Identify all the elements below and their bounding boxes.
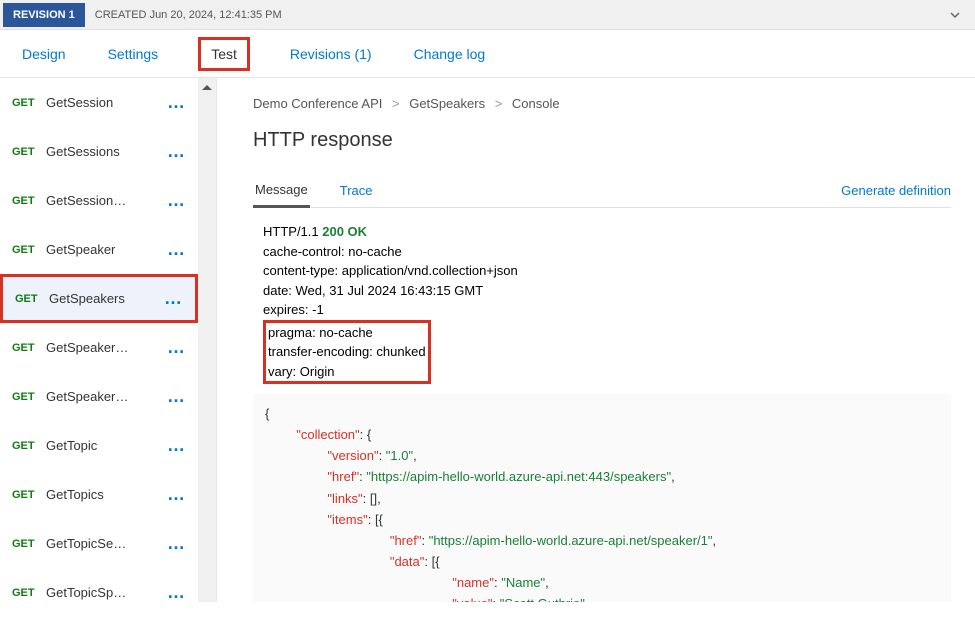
tab-test[interactable]: Test xyxy=(198,37,250,71)
ellipsis-icon[interactable]: … xyxy=(167,141,186,162)
revision-meta: CREATED Jun 20, 2024, 12:41:35 PM xyxy=(95,9,282,21)
ellipsis-icon[interactable]: … xyxy=(167,337,186,358)
tab-changelog[interactable]: Change log xyxy=(412,42,488,66)
op-getsession[interactable]: GETGetSession… xyxy=(0,78,198,127)
op-method: GET xyxy=(12,195,46,207)
subtab-message[interactable]: Message xyxy=(253,174,310,208)
ellipsis-icon[interactable]: … xyxy=(164,288,183,309)
op-name: GetTopicSp… xyxy=(46,585,167,600)
op-getspeaker…[interactable]: GETGetSpeaker…… xyxy=(0,372,198,421)
op-name: GetTopic xyxy=(46,438,167,453)
ellipsis-icon[interactable]: … xyxy=(167,435,186,456)
chevron-down-icon[interactable] xyxy=(949,9,961,21)
ellipsis-icon[interactable]: … xyxy=(167,239,186,260)
op-name: GetSpeaker xyxy=(46,242,167,257)
crumb-console: Console xyxy=(512,96,560,111)
op-gettopicsp…[interactable]: GETGetTopicSp…… xyxy=(0,568,198,617)
op-method: GET xyxy=(12,489,46,501)
highlighted-headers: pragma: no-cache transfer-encoding: chun… xyxy=(263,320,431,385)
scroll-up-icon[interactable] xyxy=(200,82,214,92)
tab-settings[interactable]: Settings xyxy=(106,42,161,66)
op-getspeakers[interactable]: GETGetSpeakers… xyxy=(0,274,198,323)
ellipsis-icon[interactable]: … xyxy=(167,484,186,505)
ellipsis-icon[interactable]: … xyxy=(167,92,186,113)
op-name: GetSessions xyxy=(46,144,167,159)
op-getspeaker…[interactable]: GETGetSpeaker…… xyxy=(0,323,198,372)
generate-definition-link[interactable]: Generate definition xyxy=(841,183,951,198)
op-method: GET xyxy=(12,391,46,403)
op-method: GET xyxy=(12,97,46,109)
ellipsis-icon[interactable]: … xyxy=(167,190,186,211)
crumb-op[interactable]: GetSpeakers xyxy=(409,96,485,111)
op-method: GET xyxy=(12,538,46,550)
op-name: GetSession… xyxy=(46,193,167,208)
op-name: GetTopics xyxy=(46,487,167,502)
page-title: HTTP response xyxy=(253,129,951,152)
op-getspeaker[interactable]: GETGetSpeaker… xyxy=(0,225,198,274)
op-method: GET xyxy=(12,587,46,599)
op-gettopic[interactable]: GETGetTopic… xyxy=(0,421,198,470)
http-headers: HTTP/1.1 200 OK cache-control: no-cache … xyxy=(253,208,951,384)
op-gettopicse…[interactable]: GETGetTopicSe…… xyxy=(0,519,198,568)
op-method: GET xyxy=(15,293,49,305)
revision-badge[interactable]: REVISION 1 xyxy=(3,3,85,27)
op-getsession…[interactable]: GETGetSession…… xyxy=(0,176,198,225)
op-name: GetSpeaker… xyxy=(46,340,167,355)
response-body: { "collection": { "version": "1.0", "hre… xyxy=(253,394,951,602)
subtab-trace[interactable]: Trace xyxy=(338,175,375,206)
op-method: GET xyxy=(12,440,46,452)
breadcrumb: Demo Conference API > GetSpeakers > Cons… xyxy=(253,96,951,111)
main-tabs: Design Settings Test Revisions (1) Chang… xyxy=(0,30,975,78)
ellipsis-icon[interactable]: … xyxy=(167,533,186,554)
ellipsis-icon[interactable]: … xyxy=(167,386,186,407)
tab-revisions[interactable]: Revisions (1) xyxy=(288,42,374,66)
op-method: GET xyxy=(12,244,46,256)
op-name: GetSpeaker… xyxy=(46,389,167,404)
op-getsessions[interactable]: GETGetSessions… xyxy=(0,127,198,176)
crumb-api[interactable]: Demo Conference API xyxy=(253,96,382,111)
tab-design[interactable]: Design xyxy=(20,42,68,66)
op-method: GET xyxy=(12,146,46,158)
operations-sidebar: GETGetSession…GETGetSessions…GETGetSessi… xyxy=(0,78,198,602)
op-name: GetSpeakers xyxy=(49,291,164,306)
op-name: GetTopicSe… xyxy=(46,536,167,551)
op-method: GET xyxy=(12,342,46,354)
op-gettopics[interactable]: GETGetTopics… xyxy=(0,470,198,519)
ellipsis-icon[interactable]: … xyxy=(167,582,186,603)
scrollbar[interactable] xyxy=(198,78,216,602)
op-name: GetSession xyxy=(46,95,167,110)
